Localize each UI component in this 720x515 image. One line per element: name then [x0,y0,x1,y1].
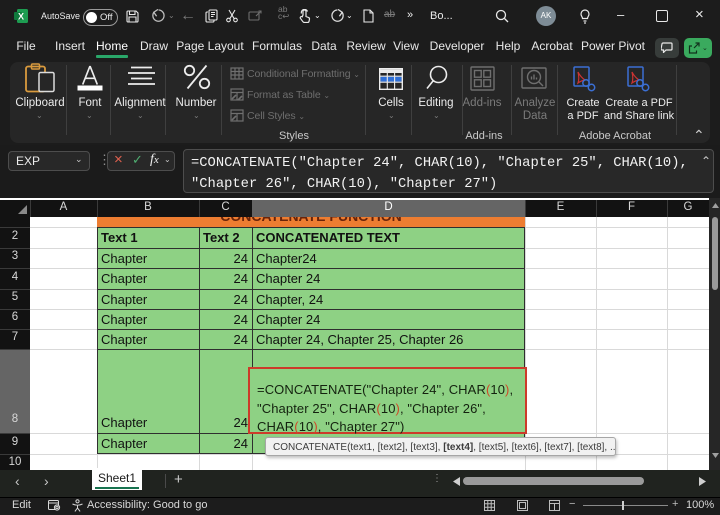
svg-text:X: X [18,12,24,22]
